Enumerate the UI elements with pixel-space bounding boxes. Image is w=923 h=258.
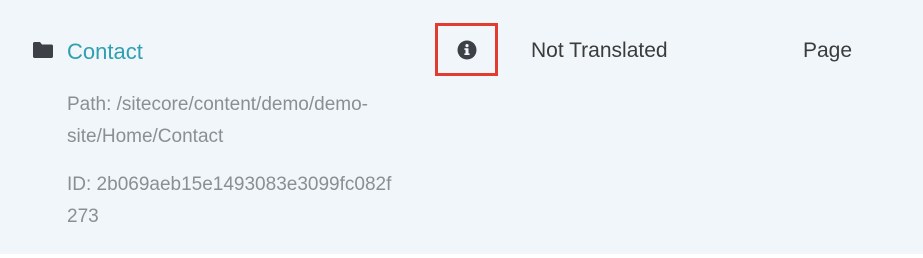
item-path-line-1: Path: /sitecore/content/demo/demo- <box>67 94 368 115</box>
content-item-row: Contact Path: /sitecore/content/demo/dem… <box>0 0 923 258</box>
info-icon <box>457 40 476 59</box>
item-id-line-2: 273 <box>67 206 99 227</box>
item-path-line-2: site/Home/Contact <box>67 126 224 147</box>
translation-status: Not Translated <box>531 39 668 62</box>
info-button[interactable] <box>435 23 498 76</box>
item-id: ID: 2b069aeb15e1493083e3099fc082f 273 <box>67 169 391 233</box>
item-type: Page <box>803 39 853 62</box>
item-id-line-1: ID: 2b069aeb15e1493083e3099fc082f <box>67 174 392 195</box>
item-title-link[interactable]: Contact <box>67 38 143 66</box>
folder-icon <box>33 42 53 58</box>
item-path: Path: /sitecore/content/demo/demo- site/… <box>67 89 368 153</box>
row-divider <box>0 254 923 258</box>
